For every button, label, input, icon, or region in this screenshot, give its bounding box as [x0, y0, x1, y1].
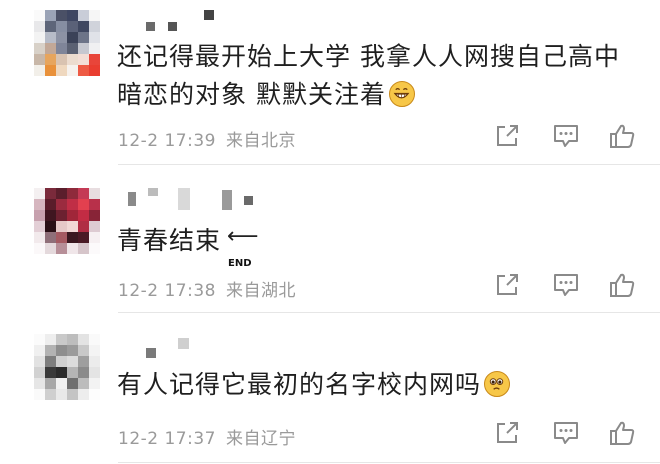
comment-location: 来自湖北 — [225, 281, 296, 301]
comment-time: 12-2 17:39 — [118, 131, 216, 151]
avatar[interactable] — [34, 10, 100, 76]
like-button[interactable] — [608, 420, 636, 446]
comment-item: 还记得最开始上大学 我拿人人网搜自己高中 暗恋的对象 默默关注着 12-2 17… — [0, 0, 660, 166]
comment-meta: 12-2 17:39 来自北京 — [118, 126, 296, 151]
worried-face-icon — [484, 371, 511, 397]
comment-item: 有人记得它最初的名字校内网吗 12-2 17:37 来自辽宁 — [0, 312, 660, 464]
comment-meta: 12-2 17:37 来自辽宁 — [118, 424, 296, 449]
share-button[interactable] — [494, 420, 522, 446]
comment-icon — [554, 274, 578, 296]
thumbs-up-icon — [610, 273, 635, 297]
share-button[interactable] — [494, 123, 522, 149]
comment-text: 青春结束 ⟵ END — [117, 222, 259, 270]
username[interactable] — [118, 188, 268, 210]
share-icon — [497, 125, 518, 146]
divider — [118, 462, 660, 463]
thumbs-up-icon — [610, 124, 635, 148]
comment-text-line: 暗恋的对象 默默关注着 — [117, 76, 620, 114]
end-arrow-icon: ⟵ END — [227, 226, 259, 270]
comment-time: 12-2 17:37 — [118, 429, 216, 449]
like-button[interactable] — [608, 272, 636, 298]
reply-button[interactable] — [552, 123, 580, 149]
reply-button[interactable] — [552, 272, 580, 298]
reply-button[interactable] — [552, 420, 580, 446]
grinning-face-icon — [388, 81, 415, 107]
comment-text: 有人记得它最初的名字校内网吗 — [117, 366, 511, 404]
username[interactable] — [118, 326, 208, 358]
comment-icon — [554, 125, 578, 147]
divider — [118, 164, 660, 165]
comment-text-line: 青春结束 — [117, 226, 222, 255]
avatar[interactable] — [34, 334, 100, 400]
comment-icon — [554, 422, 578, 444]
comment-location: 来自北京 — [225, 131, 296, 151]
comment-location: 来自辽宁 — [225, 429, 296, 449]
comment-text: 还记得最开始上大学 我拿人人网搜自己高中 暗恋的对象 默默关注着 — [117, 38, 620, 114]
comment-item: 青春结束 ⟵ END 12-2 17:38 来自湖北 — [0, 166, 660, 313]
comment-meta: 12-2 17:38 来自湖北 — [118, 276, 296, 301]
share-icon — [497, 274, 518, 295]
comment-text-line: 还记得最开始上大学 我拿人人网搜自己高中 — [117, 42, 620, 71]
share-button[interactable] — [494, 272, 522, 298]
like-button[interactable] — [608, 123, 636, 149]
avatar[interactable] — [34, 188, 100, 254]
username[interactable] — [118, 10, 238, 31]
comment-text-line: 有人记得它最初的名字校内网吗 — [117, 370, 482, 399]
comment-time: 12-2 17:38 — [118, 281, 216, 301]
share-icon — [497, 422, 518, 443]
thumbs-up-icon — [610, 421, 635, 445]
